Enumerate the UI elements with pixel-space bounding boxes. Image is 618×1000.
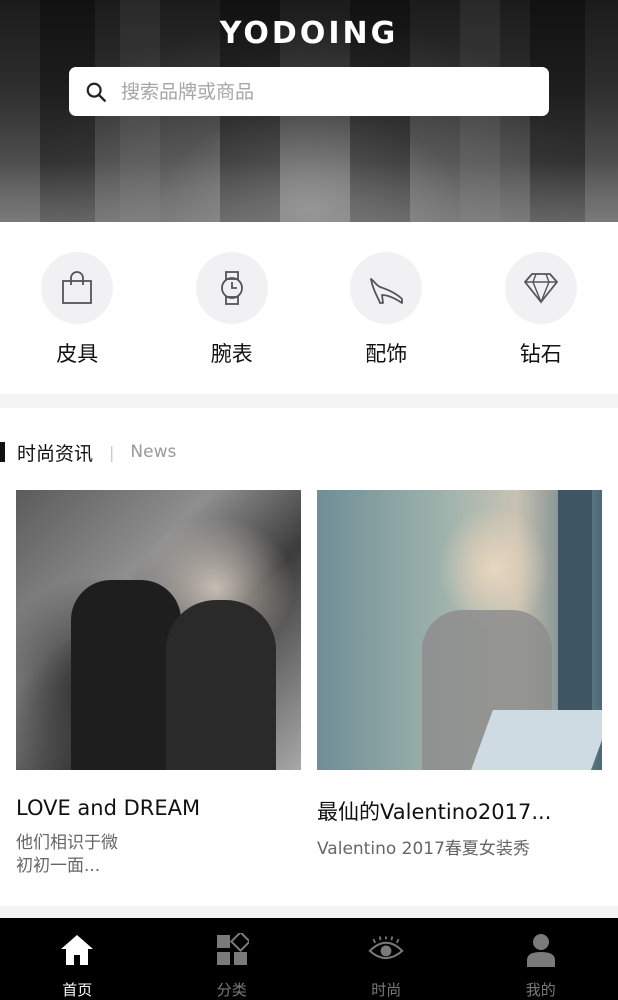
hero-banner: YODOING	[0, 0, 618, 222]
tab-icon-wrap	[214, 932, 250, 967]
category-icon-circle	[350, 252, 423, 324]
tab-label: 分类	[216, 981, 247, 999]
search-input[interactable]	[121, 80, 521, 103]
photo-figure	[166, 600, 276, 770]
category-accessories[interactable]: 配饰	[309, 222, 464, 394]
category-strip: 皮具 腕表 配饰 钻石	[0, 222, 618, 394]
category-label: 皮具	[56, 342, 99, 366]
news-card-description: Valentino 2017春夏女装秀	[317, 838, 602, 861]
brand-logo: YODOING	[219, 16, 399, 51]
tab-icon-wrap	[59, 932, 95, 967]
category-icon-circle	[195, 252, 268, 324]
news-card-image	[16, 490, 301, 770]
watch-icon	[220, 271, 243, 305]
tab-icon-wrap	[368, 932, 404, 967]
home-icon	[61, 934, 94, 965]
news-card-desc-line: 他们相识于微	[16, 833, 118, 853]
diamond-icon	[523, 273, 558, 304]
category-icon	[216, 932, 249, 965]
category-icon-circle	[504, 252, 577, 324]
news-card[interactable]: LOVE and DREAM 他们相识于微 初初一面...	[16, 490, 301, 878]
news-card-image	[317, 490, 602, 770]
category-watches[interactable]: 腕表	[155, 222, 310, 394]
tab-profile[interactable]: 我的	[464, 918, 618, 1000]
news-card-desc-line: 初初一面...	[16, 856, 101, 876]
news-card-desc-line: Valentino 2017春夏女装秀	[317, 839, 530, 859]
section-marker	[0, 442, 5, 462]
category-label: 钻石	[519, 342, 562, 366]
tab-label: 首页	[62, 981, 93, 999]
photo-prop	[471, 710, 602, 770]
news-card-description: 他们相识于微 初初一面...	[16, 832, 301, 878]
tab-home[interactable]: 首页	[0, 918, 155, 1000]
news-subtitle: News	[130, 442, 177, 462]
news-header: 时尚资讯 | News	[0, 440, 177, 465]
tab-category[interactable]: 分类	[155, 918, 310, 1000]
news-card-headline: LOVE and DREAM	[16, 796, 201, 820]
news-section: 时尚资讯 | News LOVE and DREAM 他们相识于微 初初一面..…	[0, 408, 618, 906]
bottom-tab-bar: 首页 分类 时尚 我的	[0, 918, 618, 1000]
search-icon	[86, 82, 106, 102]
handbag-icon	[62, 271, 93, 304]
high-heel-icon	[370, 278, 404, 304]
category-leather-goods[interactable]: 皮具	[0, 222, 155, 394]
tab-label: 时尚	[371, 981, 402, 999]
search-bar[interactable]	[69, 67, 549, 116]
category-label: 腕表	[210, 342, 253, 366]
news-title: 时尚资讯	[17, 442, 94, 465]
category-icon-circle	[41, 252, 114, 324]
category-diamonds[interactable]: 钻石	[464, 222, 618, 394]
background-floor	[0, 162, 618, 222]
tab-label: 我的	[525, 981, 556, 999]
tab-icon-wrap	[523, 932, 559, 967]
user-icon	[526, 933, 555, 967]
title-separator: |	[109, 442, 115, 462]
eye-icon	[368, 935, 404, 959]
photo-figure	[71, 580, 181, 770]
news-card-headline: 最仙的Valentino2017...	[317, 800, 552, 824]
news-card[interactable]: 最仙的Valentino2017... Valentino 2017春夏女装秀	[317, 490, 602, 861]
category-label: 配饰	[365, 342, 408, 366]
tab-fashion[interactable]: 时尚	[309, 918, 464, 1000]
